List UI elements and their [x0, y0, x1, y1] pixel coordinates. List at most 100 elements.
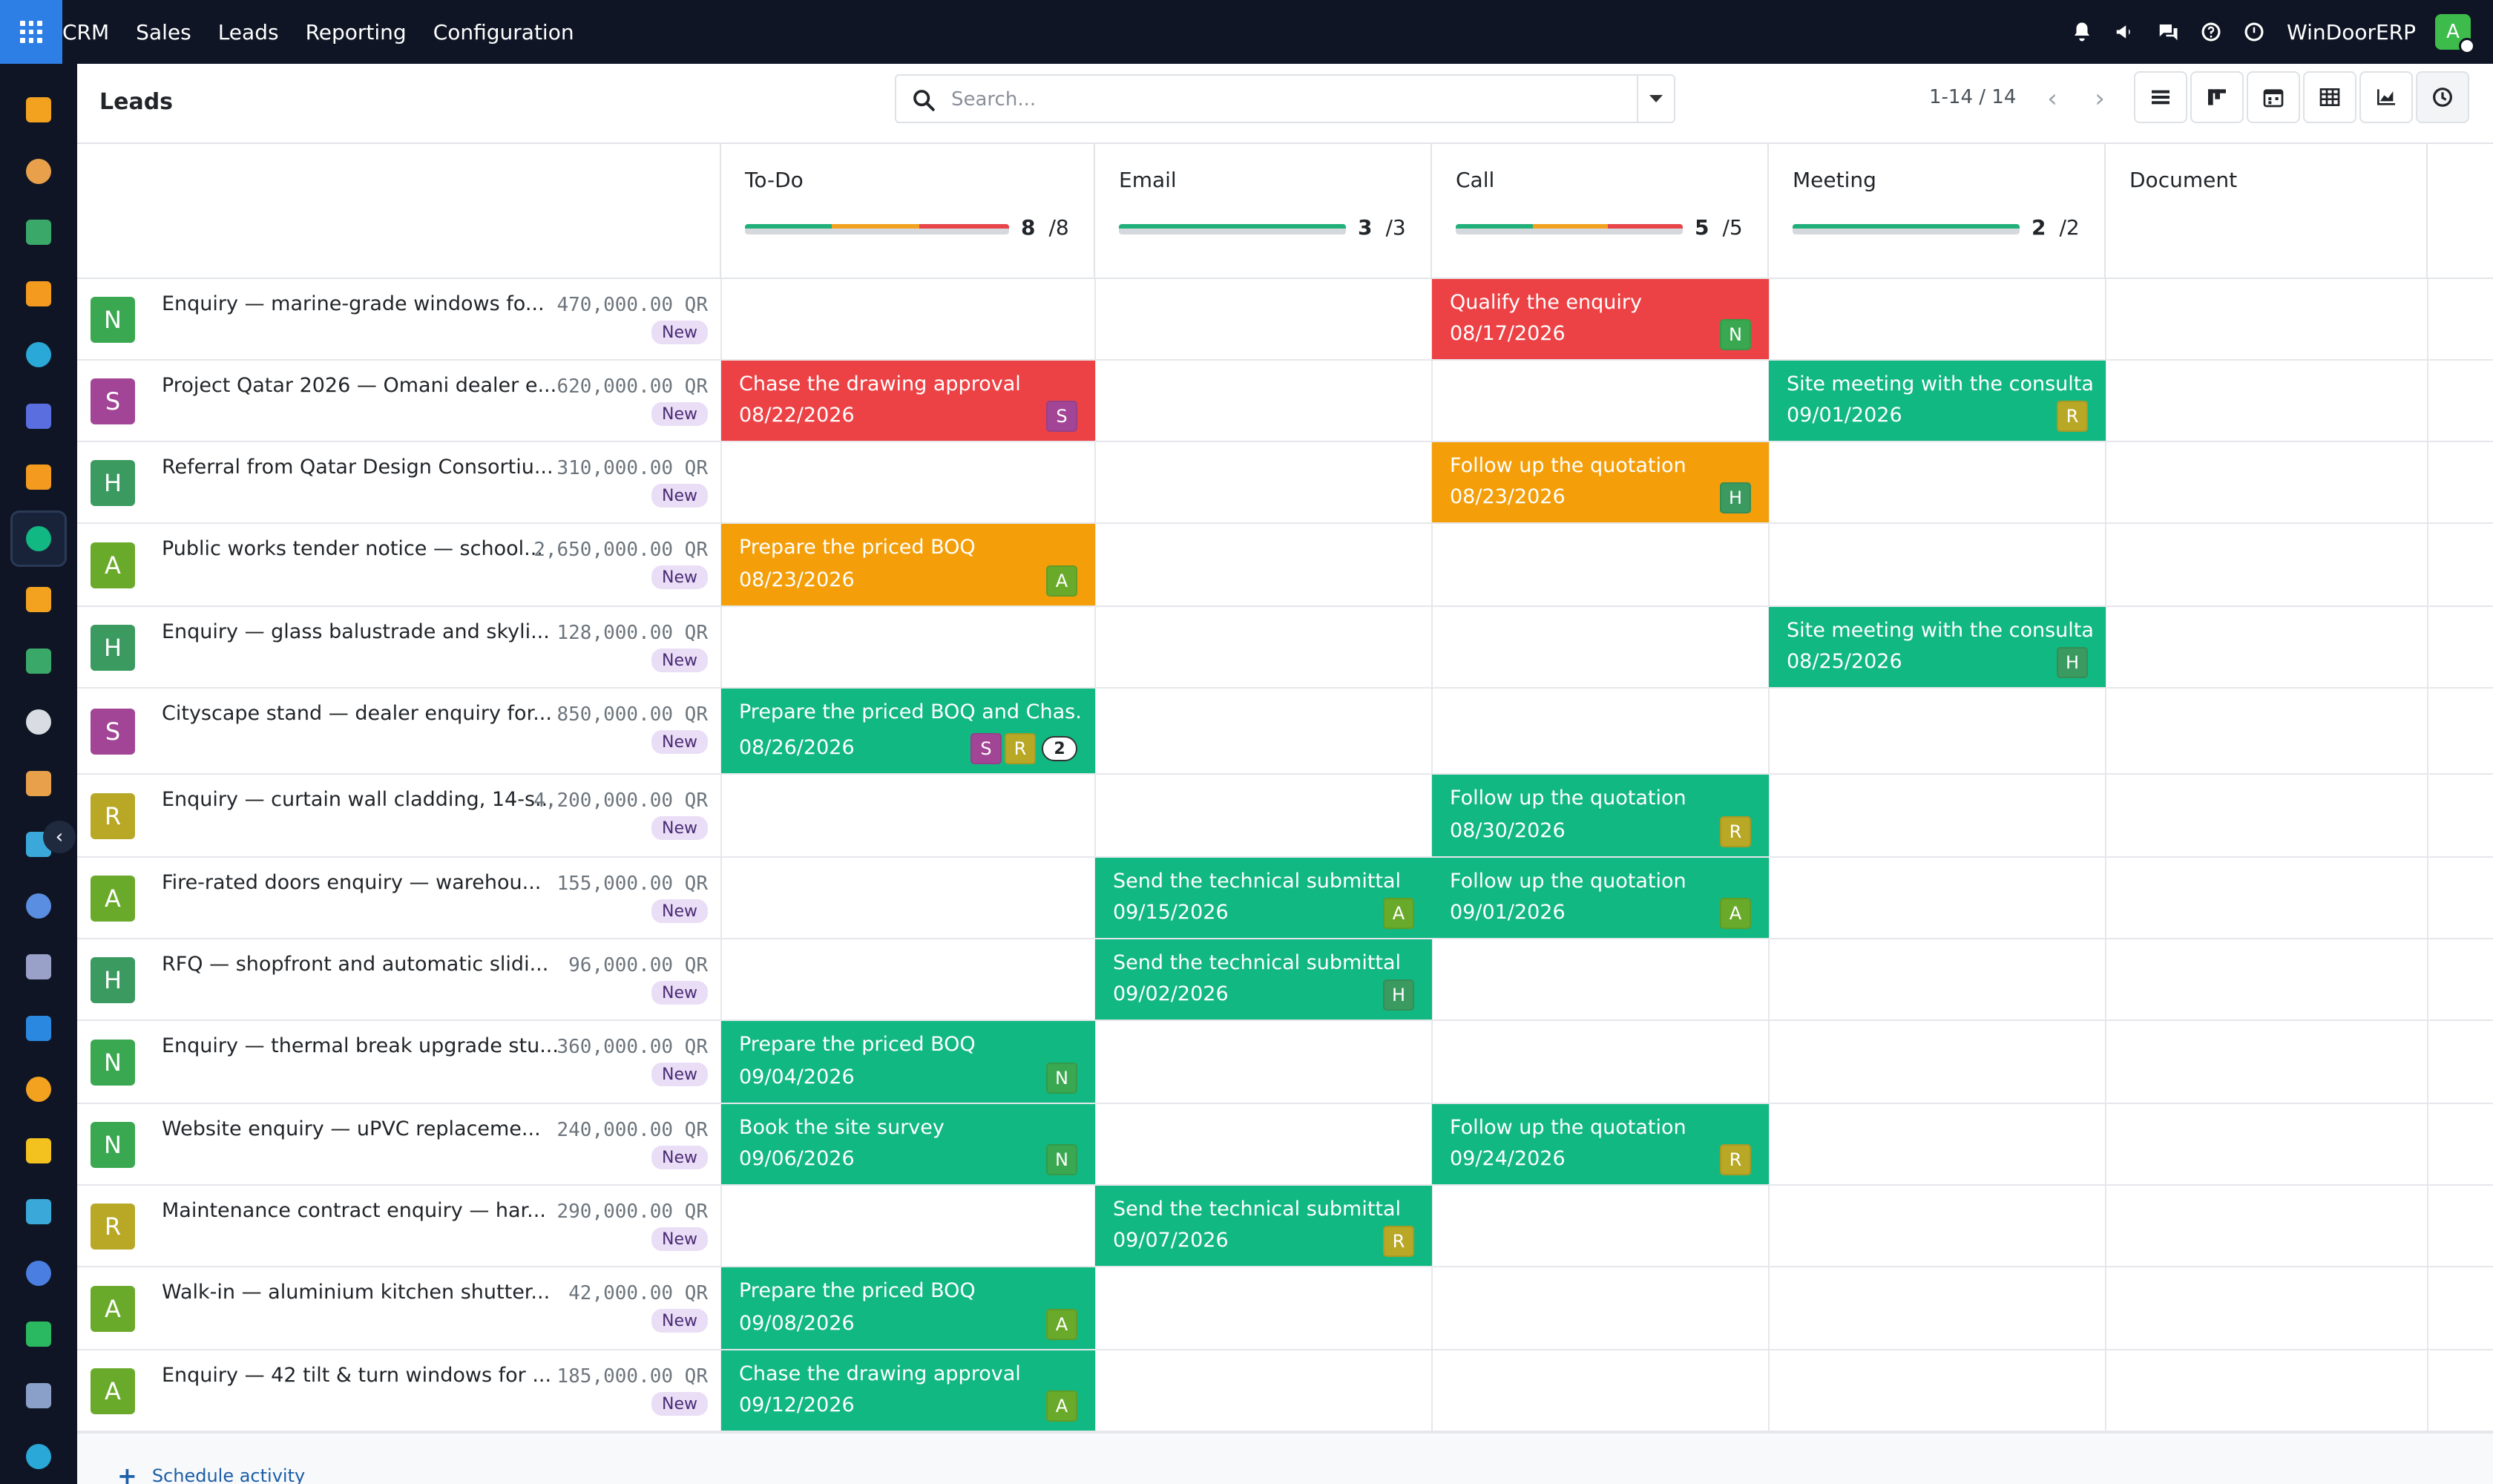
lead-name[interactable]: Maintenance contract enquiry — har... [162, 1199, 600, 1222]
schedule-activity-button[interactable]: + Schedule activity [117, 1462, 305, 1484]
activity-cell[interactable]: Prepare the priced BOQ 09/08/2026 A [721, 1267, 1095, 1349]
paint-icon[interactable] [24, 157, 53, 186]
lead-name[interactable]: Enquiry — marine-grade windows fo... [162, 292, 600, 315]
pager-value[interactable]: 1-14 / 14 [1929, 86, 2016, 108]
user-avatar[interactable]: A [2435, 14, 2475, 54]
lead-avatar: R [91, 793, 135, 839]
lead-name[interactable]: Walk-in — aluminium kitchen shutter... [162, 1281, 600, 1304]
lead-name[interactable]: Referral from Qatar Design Consortiu... [162, 456, 600, 479]
wave2-icon[interactable] [24, 1442, 53, 1471]
search-options-toggle[interactable] [1637, 76, 1674, 122]
cube-icon[interactable] [24, 952, 53, 982]
activity-cell[interactable]: Site meeting with the consultant 08/25/20… [1769, 607, 2106, 687]
activity-type-header[interactable]: Document [2106, 144, 2428, 279]
graph-view-button[interactable] [2359, 71, 2413, 123]
lead-row[interactable]: S Cityscape stand — dealer enquiry for...… [77, 689, 721, 775]
chart-icon[interactable] [24, 585, 53, 614]
dashboard-icon[interactable] [24, 1258, 53, 1288]
list-view-button[interactable] [2134, 71, 2187, 123]
activity-type-header[interactable]: Email 3/3 [1095, 144, 1432, 279]
assignee-avatar: A [1383, 898, 1414, 929]
lead-name[interactable]: Project Qatar 2026 — Omani dealer e... [162, 374, 600, 397]
lead-row[interactable]: R Maintenance contract enquiry — har... 29… [77, 1186, 721, 1267]
pager-previous-button[interactable]: ‹ [2031, 76, 2073, 122]
megaphone-icon[interactable] [2112, 19, 2138, 45]
activity-cell[interactable]: Follow up the quotation 09/01/2026 A [1432, 858, 1769, 938]
activity-cell[interactable]: Chase the drawing approval 09/12/2026 A [721, 1350, 1095, 1431]
lead-row[interactable]: H Enquiry — glass balustrade and skyli...… [77, 607, 721, 689]
help-icon[interactable] [2198, 19, 2224, 45]
activity-cell[interactable]: Qualify the enquiry 08/17/2026 N [1432, 279, 1769, 359]
lead-name[interactable]: Enquiry — 42 tilt & turn windows for ... [162, 1364, 600, 1387]
activity-cell[interactable]: Book the site survey 09/06/2026 N [721, 1104, 1095, 1184]
book-icon[interactable] [24, 891, 53, 921]
clock-icon[interactable] [2241, 19, 2267, 45]
lead-name[interactable]: Fire-rated doors enquiry — warehou... [162, 871, 600, 894]
sign-icon[interactable] [24, 1197, 53, 1227]
pager-next-button[interactable]: › [2079, 76, 2121, 122]
bell-icon[interactable] [2069, 19, 2095, 45]
activity-type-header[interactable]: Meeting 2/2 [1769, 144, 2106, 279]
lead-name[interactable]: Enquiry — thermal break upgrade stu... [162, 1034, 600, 1057]
box-icon[interactable] [24, 707, 53, 737]
gauge-icon[interactable] [24, 1381, 53, 1411]
lead-name[interactable]: Cityscape stand — dealer enquiry for... [162, 702, 600, 725]
menu-leads[interactable]: Leads [218, 20, 279, 45]
lead-row[interactable]: A Public works tender notice — school... 2… [77, 524, 721, 607]
activity-type-header[interactable]: To-Do 8/8 [721, 144, 1095, 279]
lead-row[interactable]: R Enquiry — curtain wall cladding, 14-s..… [77, 775, 721, 858]
discuss-icon[interactable] [24, 462, 53, 492]
activity-cell[interactable]: Site meeting with the consultant 09/01/20… [1769, 361, 2106, 441]
activity-view-button[interactable] [2416, 71, 2469, 123]
sidebar-collapse-button[interactable]: ‹ [43, 821, 76, 853]
menu-crm[interactable]: CRM [62, 20, 109, 45]
pivot-view-button[interactable] [2303, 71, 2356, 123]
activity-cell[interactable]: Follow up the quotation 09/24/2026 R [1432, 1104, 1769, 1184]
whatsapp-icon[interactable] [24, 1319, 53, 1349]
lead-row[interactable]: N Enquiry — marine-grade windows fo... 470… [77, 279, 721, 361]
mail-icon[interactable] [24, 401, 53, 431]
lead-row[interactable]: A Walk-in — aluminium kitchen shutter... 4… [77, 1267, 721, 1350]
calendar-icon[interactable] [24, 1136, 53, 1166]
lead-row[interactable]: N Enquiry — thermal break upgrade stu... 3… [77, 1021, 721, 1104]
activity-cell[interactable]: Send the technical submittal 09/07/2026 R [1095, 1186, 1432, 1266]
wave-icon[interactable] [24, 340, 53, 370]
lead-row[interactable]: H RFQ — shopfront and automatic slidi... 9… [77, 939, 721, 1021]
menu-sales[interactable]: Sales [136, 20, 191, 45]
search-input[interactable] [951, 82, 1619, 117]
lead-name[interactable]: Enquiry — glass balustrade and skyli... [162, 620, 600, 643]
invoice-icon[interactable] [24, 1014, 53, 1043]
calendar-view-button[interactable] [2247, 71, 2300, 123]
kanban-view-button[interactable] [2190, 71, 2244, 123]
lead-name[interactable]: RFQ — shopfront and automatic slidi... [162, 953, 600, 976]
lead-row[interactable]: N Website enquiry — uPVC replaceme... 240,… [77, 1104, 721, 1186]
apps-menu-button[interactable] [0, 0, 62, 64]
chat-icon[interactable] [2155, 19, 2181, 45]
lead-row[interactable]: A Enquiry — 42 tilt & turn windows for ..… [77, 1350, 721, 1432]
menu-configuration[interactable]: Configuration [433, 20, 574, 45]
activity-view-icon [2433, 88, 2452, 107]
activity-cell[interactable]: Prepare the priced BOQ and Chas... 08/26/… [721, 689, 1095, 773]
activity-cell[interactable]: Send the technical submittal 09/02/2026 H [1095, 939, 1432, 1020]
chat-bubble-icon[interactable] [24, 279, 53, 309]
activity-cell[interactable]: Send the technical submittal 09/15/2026 A [1095, 858, 1432, 938]
team-icon[interactable] [24, 1074, 53, 1104]
lead-name[interactable]: Website enquiry — uPVC replaceme... [162, 1117, 600, 1140]
lead-row[interactable]: A Fire-rated doors enquiry — warehou... 15… [77, 858, 721, 939]
menu-reporting[interactable]: Reporting [306, 20, 407, 45]
lead-row[interactable]: H Referral from Qatar Design Consortiu...… [77, 442, 721, 524]
activity-cell[interactable]: Prepare the priced BOQ 08/23/2026 A [721, 524, 1095, 605]
badge-icon[interactable] [24, 646, 53, 676]
activity-cell[interactable]: Follow up the quotation 08/30/2026 R [1432, 775, 1769, 856]
contacts-icon[interactable] [24, 217, 53, 247]
activity-app-icon[interactable] [10, 510, 67, 567]
lead-row[interactable]: S Project Qatar 2026 — Omani dealer e... 6… [77, 361, 721, 442]
top-menu: CRM Sales Leads Reporting Configuration [62, 0, 601, 64]
activity-cell[interactable]: Chase the drawing approval 08/22/2026 S [721, 361, 1095, 441]
brush-icon[interactable] [24, 769, 53, 798]
activity-cell[interactable]: Follow up the quotation 08/23/2026 H [1432, 442, 1769, 522]
activity-type-header[interactable]: Call 5/5 [1432, 144, 1769, 279]
activity-cell[interactable]: Prepare the priced BOQ 09/04/2026 N [721, 1021, 1095, 1103]
crm-app-icon[interactable] [24, 95, 53, 125]
company-switcher[interactable]: WinDoorERP [2287, 20, 2416, 45]
